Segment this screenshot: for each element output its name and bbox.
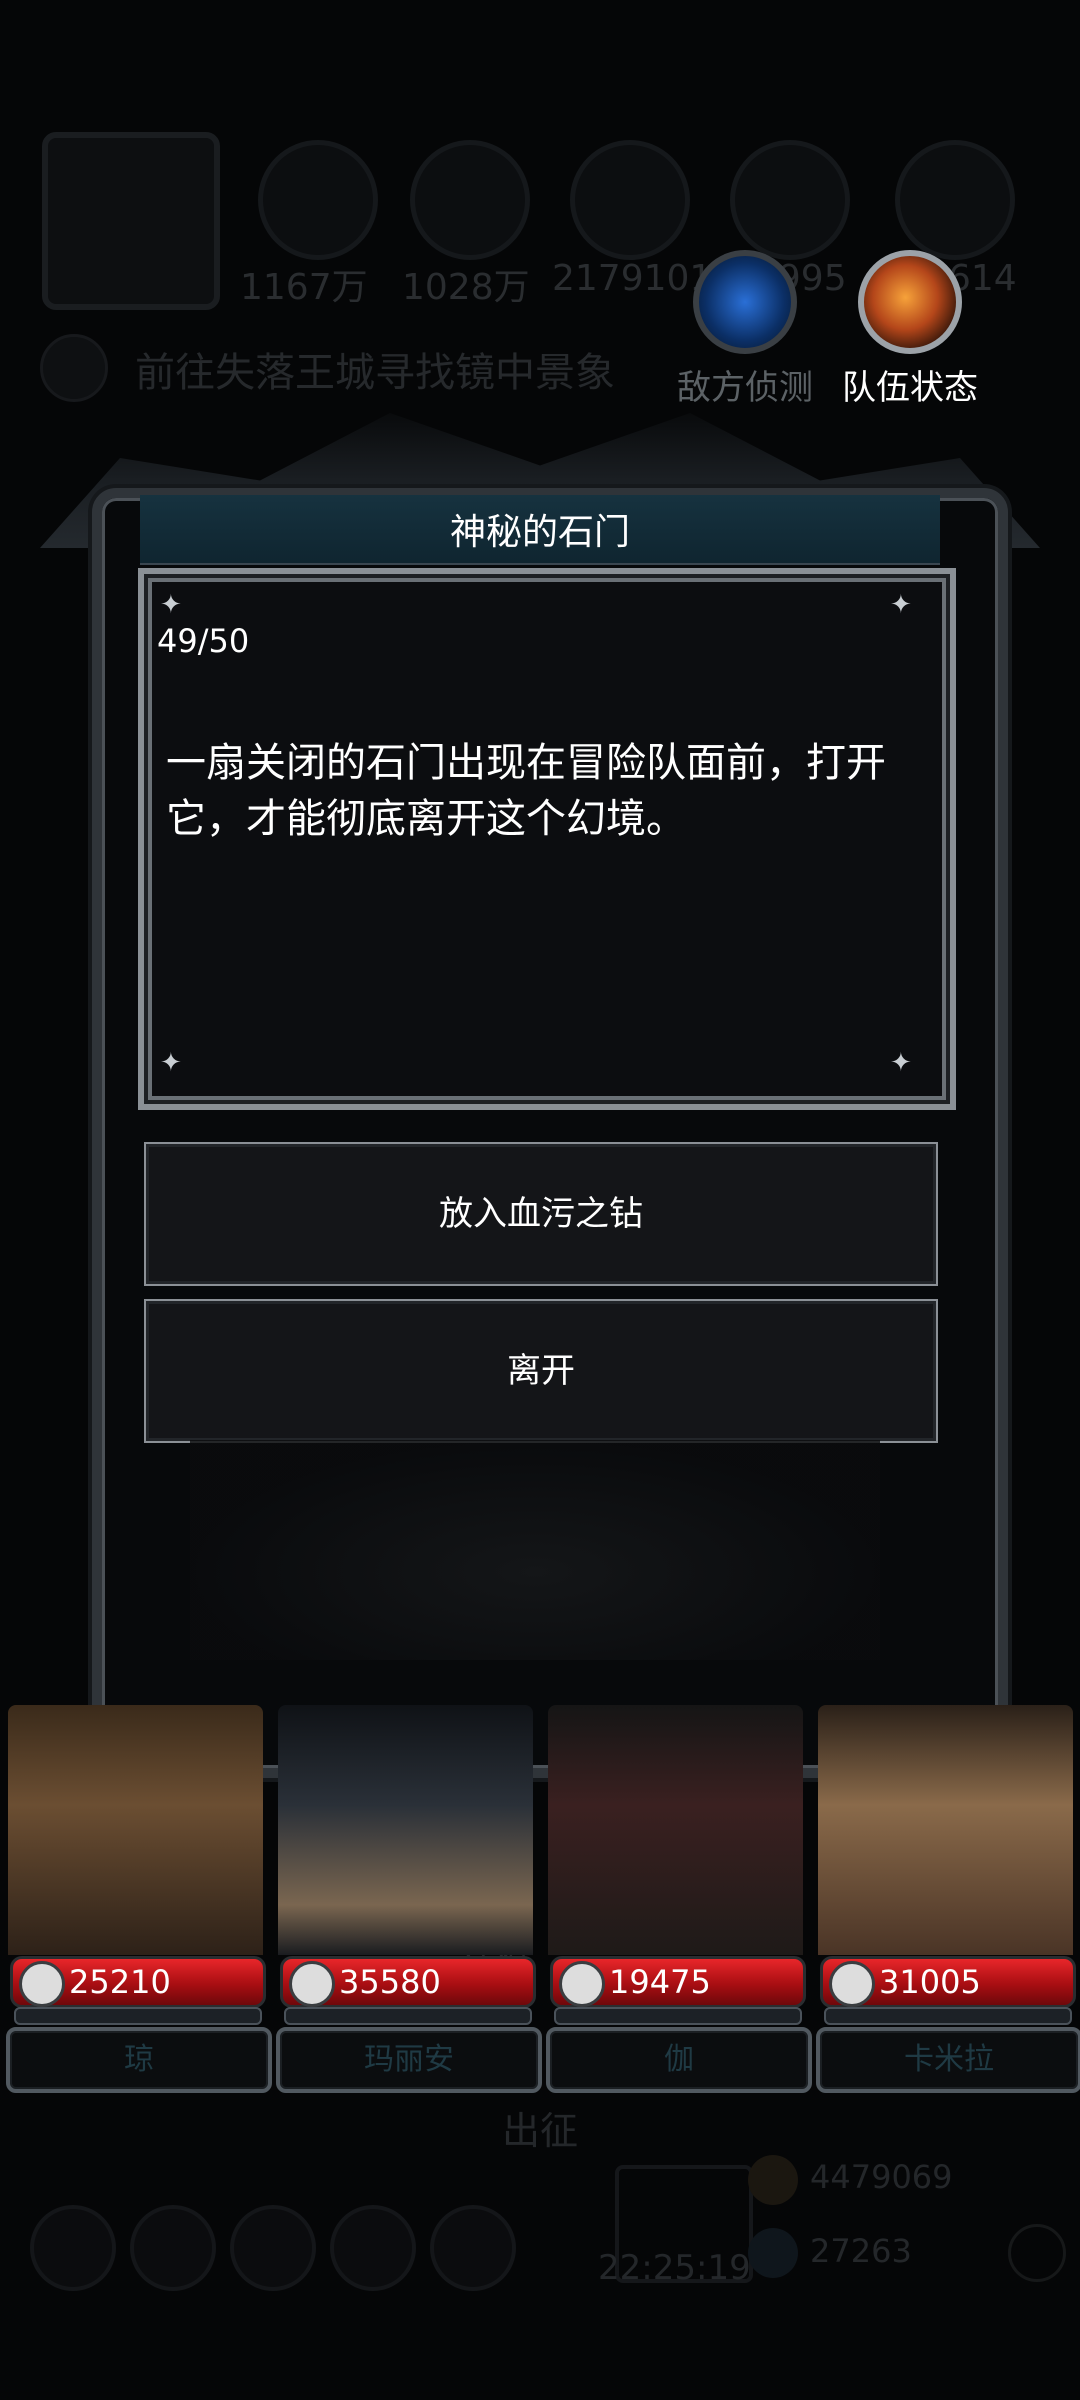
enemy-scout-label: 敌方侦测 — [677, 368, 813, 408]
resource-icon-2 — [410, 140, 530, 260]
gem-value: 27263 — [810, 2232, 912, 2270]
gem-icon — [748, 2228, 798, 2278]
hero-name: 玛丽安 — [276, 2027, 542, 2093]
resource-value-1: 1167万 — [240, 267, 368, 308]
hero-hp-value: 35580 — [339, 1963, 441, 2001]
hero-hp-value: 31005 — [879, 1963, 981, 2001]
menu-icon-5 — [430, 2205, 516, 2291]
enemy-scout-button[interactable]: 敌方侦测 — [665, 250, 825, 409]
quest-text: 前往失落王城寻找镜中景象 — [135, 350, 615, 396]
hero-energy-bar — [14, 2007, 262, 2025]
team-status-button[interactable]: 队伍状态 — [830, 250, 990, 409]
add-icon — [1008, 2224, 1066, 2282]
dialog-background-art — [190, 1440, 880, 1660]
corner-star-icon: ✦ — [160, 590, 182, 620]
hero-portrait — [278, 1705, 533, 1955]
resource-icon-5 — [895, 140, 1015, 260]
hero-portrait — [548, 1705, 803, 1955]
team-status-label: 队伍状态 — [842, 368, 978, 408]
hero-hp-value: 19475 — [609, 1963, 711, 2001]
enemy-scout-icon — [693, 250, 797, 354]
resource-icon-4 — [730, 140, 850, 260]
hero-energy-bar — [824, 2007, 1072, 2025]
choice-insert-diamond-button[interactable]: 放入血污之钻 — [144, 1142, 938, 1286]
expedition-label: 出征 — [502, 2109, 579, 2153]
hero-name: 卡米拉 — [816, 2027, 1080, 2093]
corner-star-icon: ✦ — [890, 590, 912, 620]
corner-star-icon: ✦ — [160, 1048, 182, 1078]
hero-card[interactable]: 25210 琼 — [2, 1705, 272, 2093]
hero-name: 伽 — [546, 2027, 812, 2093]
sword-icon — [289, 1961, 335, 2007]
event-progress: 49/50 — [157, 622, 250, 660]
gold-value: 4479069 — [810, 2158, 953, 2196]
player-portrait — [42, 132, 220, 310]
hero-energy-bar — [284, 2007, 532, 2025]
gold-icon — [748, 2155, 798, 2205]
timer-text: 22:25:19 — [598, 2248, 751, 2288]
sword-icon — [829, 1961, 875, 2007]
menu-icon-4 — [330, 2205, 416, 2291]
menu-icon-3 — [230, 2205, 316, 2291]
hero-hp-value: 25210 — [69, 1963, 171, 2001]
hero-energy-bar — [554, 2007, 802, 2025]
sword-icon — [559, 1961, 605, 2007]
dialog-title: 神秘的石门 — [449, 512, 630, 553]
choice-leave-button[interactable]: 离开 — [144, 1299, 938, 1443]
hero-hp-bar: 35580 — [280, 1956, 536, 2008]
hero-name: 琼 — [6, 2027, 272, 2093]
resource-icon-3 — [570, 140, 690, 260]
event-text: 一扇关闭的石门出现在冒险队面前，打开它，才能彻底离开这个幻境。 — [166, 740, 886, 842]
hero-portrait — [818, 1705, 1073, 1955]
resource-value-2: 1028万 — [402, 267, 530, 308]
hero-hp-bar: 31005 — [820, 1956, 1076, 2008]
menu-icon-2 — [130, 2205, 216, 2291]
hero-hp-bar: 25210 — [10, 1956, 266, 2008]
quest-tracker: 前往失落王城寻找镜中景象 — [40, 330, 680, 402]
quest-icon — [40, 334, 108, 402]
corner-star-icon: ✦ — [890, 1048, 912, 1078]
sword-icon — [19, 1961, 65, 2007]
hero-hp-bar: 19475 — [550, 1956, 806, 2008]
menu-icon-1 — [30, 2205, 116, 2291]
resource-icon-1 — [258, 140, 378, 260]
team-status-icon — [858, 250, 962, 354]
hero-card[interactable]: 35580 玛丽安 — [272, 1705, 542, 2093]
hero-portrait — [8, 1705, 263, 1955]
hero-card[interactable]: 31005 卡米拉 — [812, 1705, 1080, 2093]
hero-card[interactable]: 19475 伽 — [542, 1705, 812, 2093]
